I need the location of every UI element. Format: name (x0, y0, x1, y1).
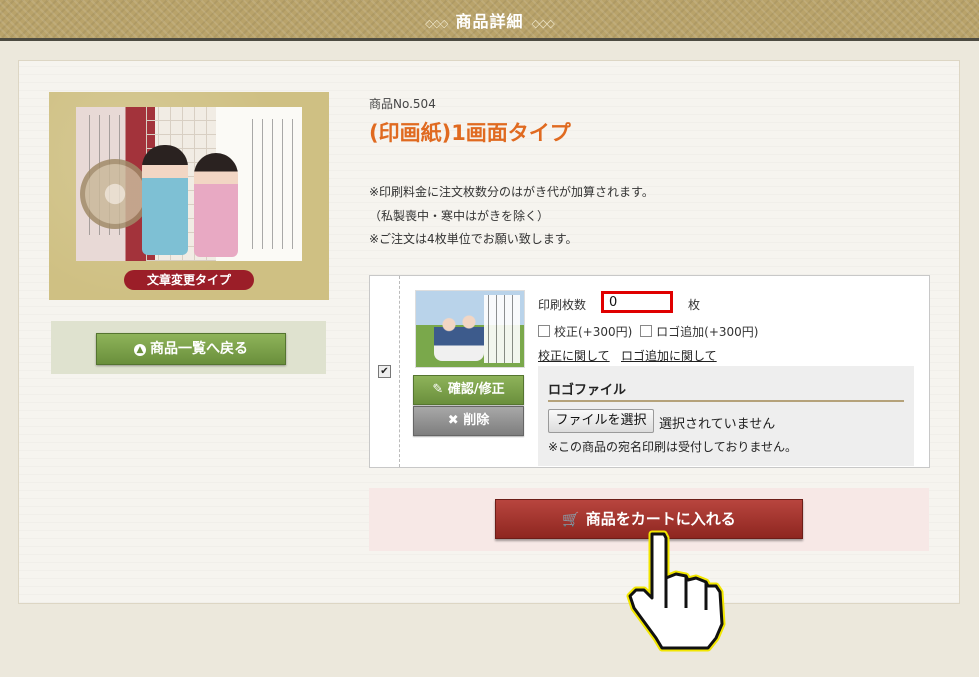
footer-strip (0, 625, 979, 677)
page-title: 商品詳細 (455, 12, 524, 31)
address-print-note: ※この商品の宛名印刷は受付しておりません。 (548, 440, 797, 454)
header-ornament-left: ◇◇◇ (425, 17, 448, 30)
product-note-1: ※印刷料金に注文枚数分のはがき代が加算されます。 (369, 185, 654, 199)
product-image[interactable] (76, 107, 302, 261)
option-thumbnail (415, 290, 525, 368)
arrow-up-circle-icon: ▲ (134, 344, 146, 356)
page-header: ◇◇◇ 商品詳細 ◇◇◇ (0, 0, 979, 41)
proof-info-link[interactable]: 校正に関して (538, 347, 610, 364)
product-note-2: （私製喪中・寒中はがきを除く） (369, 209, 550, 223)
print-option-box: ✔ ✎ 確認/修正 ✖ 削除 印刷枚数 枚 校正(+300円) ロゴ追加(+30… (369, 275, 930, 468)
print-count-input[interactable] (601, 291, 673, 313)
edit-icon: ✎ (432, 382, 444, 397)
product-image-frame: 文章変更タイプ (49, 92, 329, 300)
no-file-text: 選択されていません (659, 417, 776, 432)
logo-add-option-label: ロゴ追加(+300円) (656, 325, 759, 339)
header-ornament-right: ◇◇◇ (531, 17, 555, 30)
pointing-hand-icon (626, 530, 726, 652)
proof-checkbox[interactable] (538, 325, 550, 337)
product-note-3: ※ご注文は4枚単位でお願い致します。 (369, 232, 578, 246)
logo-info-link[interactable]: ロゴ追加に関して (621, 347, 717, 364)
logo-file-heading: ロゴファイル (548, 383, 627, 398)
back-to-list-button[interactable]: ▲ 商品一覧へ戻る (96, 333, 286, 365)
print-count-label: 印刷枚数 (538, 298, 587, 312)
confirm-edit-button[interactable]: ✎ 確認/修正 (413, 375, 524, 405)
product-title: (印画紙)1画面タイプ (369, 121, 571, 145)
product-number: 商品No.504 (369, 97, 436, 111)
cart-icon: 🛒 (562, 512, 580, 528)
back-button-container: ▲ 商品一覧へ戻る (51, 321, 326, 374)
option-select-checkbox[interactable]: ✔ (378, 365, 391, 378)
logo-add-checkbox[interactable] (640, 325, 653, 337)
confirm-edit-label: 確認/修正 (447, 382, 505, 397)
back-to-list-label: 商品一覧へ戻る (150, 341, 248, 357)
logo-file-section: ロゴファイル ファイルを選択 選択されていません ※この商品の宛名印刷は受付して… (538, 366, 914, 466)
choose-file-button[interactable]: ファイルを選択 (548, 409, 654, 433)
delete-label: 削除 (463, 413, 490, 428)
print-count-unit: 枚 (688, 298, 701, 312)
delete-button[interactable]: ✖ 削除 (413, 406, 524, 436)
close-icon: ✖ (447, 413, 459, 428)
proof-option-label: 校正(+300円) (554, 325, 633, 339)
product-type-badge: 文章変更タイプ (124, 270, 254, 290)
